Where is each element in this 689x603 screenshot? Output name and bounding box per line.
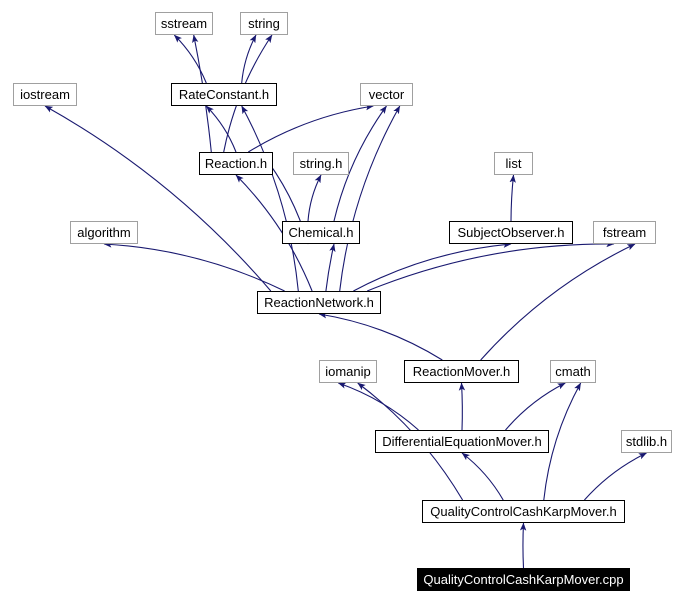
graph-node-qualitycontrolcashkarpmover-cpp[interactable]: QualityControlCashKarpMover.cpp <box>417 568 630 591</box>
graph-edge <box>353 241 512 292</box>
graph-edge <box>318 312 443 361</box>
graph-node-label: iostream <box>20 87 70 102</box>
graph-node-reaction-h[interactable]: Reaction.h <box>199 152 273 175</box>
graph-node-label: SubjectObserver.h <box>457 225 565 240</box>
graph-node-string[interactable]: string <box>240 12 288 35</box>
graph-edge <box>458 382 466 431</box>
graph-node-list[interactable]: list <box>494 152 533 175</box>
graph-edge <box>103 241 285 292</box>
graph-edge <box>307 174 322 222</box>
graph-node-label: list <box>505 156 522 171</box>
graph-node-label: ReactionNetwork.h <box>264 295 374 310</box>
graph-node-label: RateConstant.h <box>178 87 270 102</box>
graph-node-label: QualityControlCashKarpMover.h <box>430 504 617 519</box>
graph-edge <box>241 105 299 292</box>
graph-node-fstream[interactable]: fstream <box>593 221 656 244</box>
graph-edge <box>583 452 647 501</box>
graph-node-cmath[interactable]: cmath <box>550 360 596 383</box>
graph-node-vector[interactable]: vector <box>360 83 413 106</box>
graph-node-reactionnetwork-h[interactable]: ReactionNetwork.h <box>257 291 381 314</box>
graph-node-label: string <box>248 16 280 31</box>
graph-edge <box>509 174 516 222</box>
graph-node-sstream[interactable]: sstream <box>155 12 213 35</box>
graph-node-label: DifferentialEquationMover.h <box>382 434 542 449</box>
graph-node-label: ReactionMover.h <box>412 364 511 379</box>
graph-node-label: Chemical.h <box>288 225 354 240</box>
graph-edge <box>241 34 257 84</box>
graph-node-label: vector <box>368 87 405 102</box>
graph-edge <box>339 105 401 292</box>
graph-edge <box>248 104 374 153</box>
graph-edge <box>505 382 566 431</box>
graph-node-chemical-h[interactable]: Chemical.h <box>282 221 360 244</box>
graph-node-label: string.h <box>299 156 343 171</box>
graph-node-stdlib-h[interactable]: stdlib.h <box>621 430 672 453</box>
graph-node-rateconstant-h[interactable]: RateConstant.h <box>171 83 277 106</box>
graph-edge <box>337 382 419 431</box>
graph-node-label: fstream <box>602 225 647 240</box>
graph-node-differentialequationmover-h[interactable]: DifferentialEquationMover.h <box>375 430 549 453</box>
graph-node-subjectobserver-h[interactable]: SubjectObserver.h <box>449 221 573 244</box>
graph-edge <box>325 243 336 292</box>
graph-node-iostream[interactable]: iostream <box>13 83 77 106</box>
graph-edge <box>366 240 615 292</box>
graph-node-qualitycontrolcashkarpmover-h[interactable]: QualityControlCashKarpMover.h <box>422 500 625 523</box>
graph-edge <box>461 452 504 501</box>
graph-edge <box>543 382 582 501</box>
include-dependency-graph: sstream string iostream RateConstant.h vecto… <box>0 0 689 603</box>
graph-node-algorithm[interactable]: algorithm <box>70 221 138 244</box>
graph-node-label: QualityControlCashKarpMover.cpp <box>423 572 624 587</box>
graph-node-label: cmath <box>555 364 591 379</box>
graph-edge <box>173 34 207 84</box>
graph-node-string-h[interactable]: string.h <box>293 152 349 175</box>
graph-node-label: sstream <box>160 16 208 31</box>
graph-node-label: Reaction.h <box>204 156 268 171</box>
graph-node-reactionmover-h[interactable]: ReactionMover.h <box>404 360 519 383</box>
graph-edge <box>480 243 636 361</box>
graph-node-label: iomanip <box>325 364 371 379</box>
graph-node-label: algorithm <box>77 225 131 240</box>
graph-edge <box>519 522 527 569</box>
graph-node-label: stdlib.h <box>625 434 668 449</box>
graph-edge <box>44 105 272 292</box>
graph-node-iomanip[interactable]: iomanip <box>319 360 377 383</box>
graph-edge <box>205 105 237 153</box>
